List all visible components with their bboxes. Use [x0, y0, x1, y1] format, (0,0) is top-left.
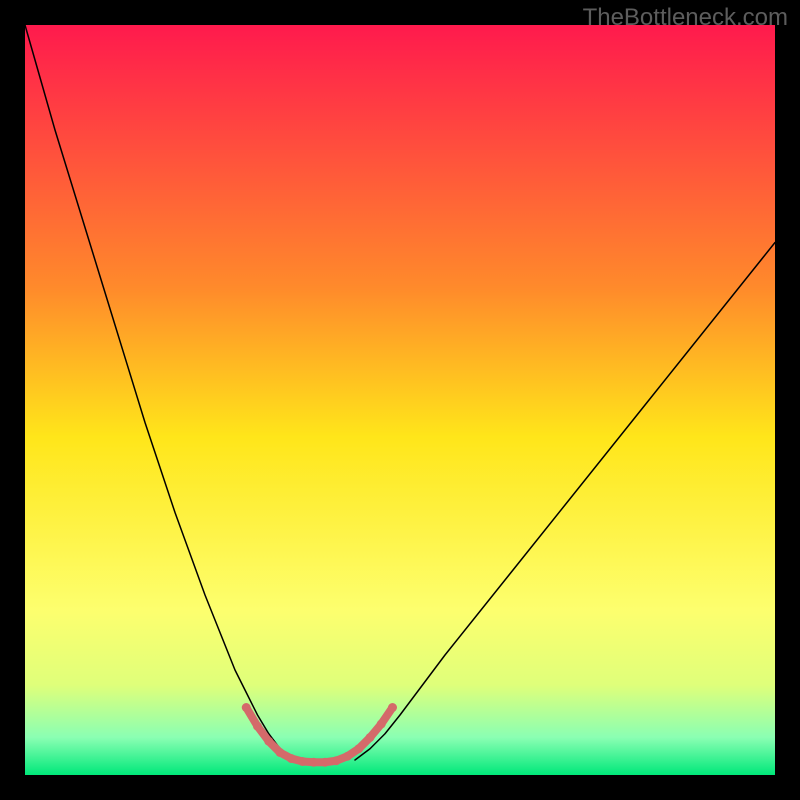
marker-dot: [287, 754, 296, 763]
marker-dot: [276, 748, 285, 757]
marker-dot: [309, 758, 318, 767]
marker-dot: [354, 744, 363, 753]
marker-dot: [242, 703, 251, 712]
marker-dot: [253, 722, 262, 731]
chart-container: TheBottleneck.com: [0, 0, 800, 800]
marker-dot: [332, 756, 341, 765]
marker-dot: [343, 752, 352, 761]
marker-dot: [298, 757, 307, 766]
marker-dot: [377, 720, 386, 729]
marker-dot: [366, 733, 375, 742]
marker-dot: [321, 758, 330, 767]
chart-svg: [25, 25, 775, 775]
marker-dot: [264, 737, 273, 746]
marker-dot: [388, 703, 397, 712]
